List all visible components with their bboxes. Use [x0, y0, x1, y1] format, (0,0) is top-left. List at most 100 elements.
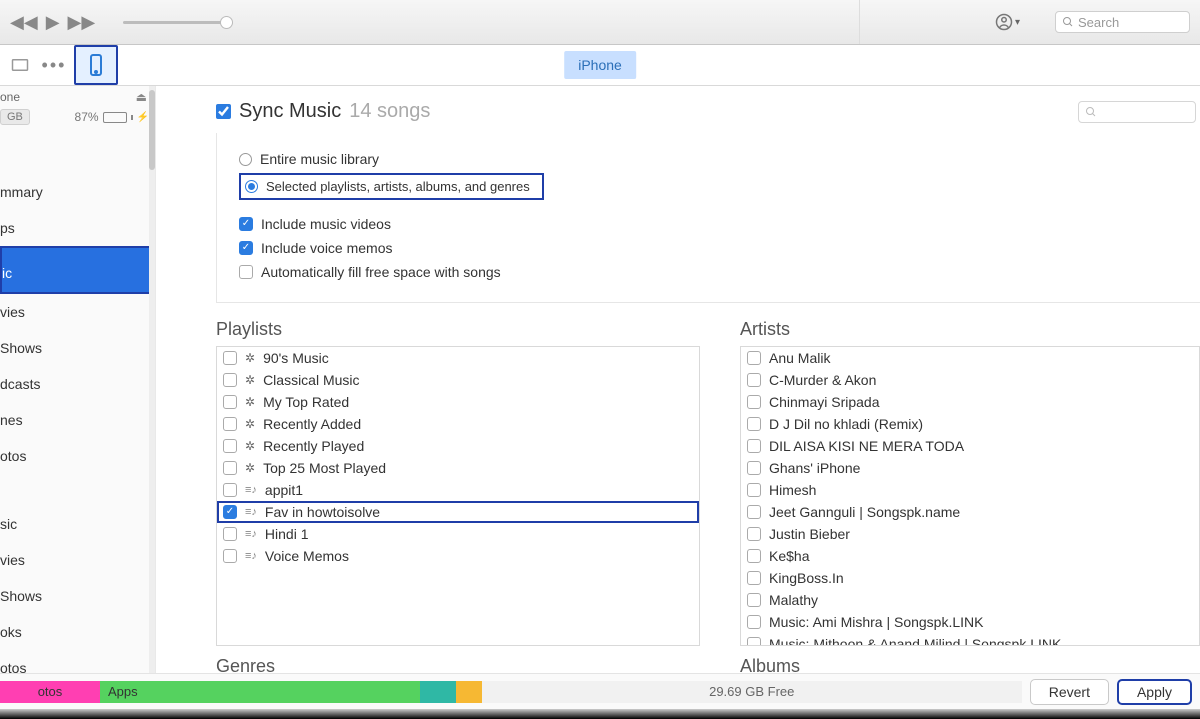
- checkbox[interactable]: [747, 351, 761, 365]
- checkbox[interactable]: [223, 461, 237, 475]
- sidebar-item[interactable]: sic: [0, 506, 155, 542]
- sidebar-item[interactable]: nes: [0, 402, 155, 438]
- playlist-row[interactable]: ≡♪appit1: [217, 479, 699, 501]
- playlist-row[interactable]: ✲Recently Added: [217, 413, 699, 435]
- eject-icon[interactable]: ⏏: [136, 90, 147, 104]
- playlist-row[interactable]: ≡♪Hindi 1: [217, 523, 699, 545]
- checkbox[interactable]: [747, 417, 761, 431]
- playlist-row[interactable]: ✲90's Music: [217, 347, 699, 369]
- sidebar-item[interactable]: ic: [0, 246, 155, 294]
- checkbox[interactable]: [747, 593, 761, 607]
- sidebar-item[interactable]: Shows: [0, 330, 155, 366]
- checkbox[interactable]: [747, 549, 761, 563]
- checkbox[interactable]: [747, 461, 761, 475]
- radio-entire-library[interactable]: Entire music library: [239, 147, 1200, 171]
- account-menu[interactable]: ▾: [995, 13, 1020, 31]
- storage-seg-other1: [420, 681, 456, 703]
- artist-row[interactable]: C-Murder & Akon: [741, 369, 1199, 391]
- checkbox-auto-fill[interactable]: Automatically fill free space with songs: [239, 260, 1200, 284]
- artists-listbox[interactable]: Anu Malik C-Murder & AkonChinmayi Sripada…: [740, 346, 1200, 646]
- artist-label: Malathy: [769, 592, 818, 608]
- sidebar-item[interactable]: otos: [0, 438, 155, 474]
- sidebar-item[interactable]: mmary: [0, 174, 155, 210]
- user-circle-icon: [995, 13, 1013, 31]
- checkbox[interactable]: [747, 615, 761, 629]
- artist-row[interactable]: Music: Ami Mishra | Songspk.LINK: [741, 611, 1199, 633]
- revert-button[interactable]: Revert: [1030, 679, 1109, 705]
- playlists-title: Playlists: [216, 319, 700, 340]
- play-icon[interactable]: ▶: [46, 12, 60, 33]
- sidebar-scrollbar[interactable]: [149, 86, 155, 683]
- sidebar-item[interactable]: vies: [0, 542, 155, 578]
- playlist-row[interactable]: ✲Top 25 Most Played: [217, 457, 699, 479]
- checkbox[interactable]: [223, 505, 237, 519]
- artist-label: Jeet Gannguli | Songspk.name: [769, 504, 960, 520]
- rewind-icon[interactable]: ◀◀: [10, 12, 38, 33]
- artist-label: Anu Malik: [769, 350, 830, 366]
- sidebar-item[interactable]: ps: [0, 210, 155, 246]
- checkbox[interactable]: [223, 483, 237, 497]
- checkbox[interactable]: [747, 527, 761, 541]
- more-icon[interactable]: •••: [40, 51, 68, 79]
- forward-icon[interactable]: ▶▶: [68, 12, 96, 33]
- storage-usage-bar: otos Apps 29.69 GB Free: [0, 681, 1022, 703]
- device-tab-icon[interactable]: [74, 45, 118, 85]
- artist-row[interactable]: Ke$ha: [741, 545, 1199, 567]
- artist-row[interactable]: Himesh: [741, 479, 1199, 501]
- checkbox[interactable]: [747, 571, 761, 585]
- device-capacity-label: GB: [0, 109, 30, 125]
- playlist-row[interactable]: ✲Classical Music: [217, 369, 699, 391]
- playlist-row[interactable]: ✲My Top Rated: [217, 391, 699, 413]
- checkbox[interactable]: [223, 549, 237, 563]
- library-icon[interactable]: [6, 51, 34, 79]
- sync-search-input[interactable]: [1078, 101, 1196, 123]
- artist-row[interactable]: Jeet Gannguli | Songspk.name: [741, 501, 1199, 523]
- checkbox[interactable]: [223, 439, 237, 453]
- artist-label: D J Dil no khladi (Remix): [769, 416, 923, 432]
- sync-music-checkbox[interactable]: [216, 104, 231, 119]
- checkbox[interactable]: [223, 373, 237, 387]
- checkbox[interactable]: [747, 637, 761, 646]
- artist-row[interactable]: KingBoss.In: [741, 567, 1199, 589]
- checkbox[interactable]: [747, 373, 761, 387]
- apply-button[interactable]: Apply: [1117, 679, 1192, 705]
- checkbox-include-memos[interactable]: Include voice memos: [239, 236, 1200, 260]
- artist-row[interactable]: Justin Bieber: [741, 523, 1199, 545]
- checkbox[interactable]: [223, 395, 237, 409]
- checkbox[interactable]: [223, 351, 237, 365]
- playlist-label: Hindi 1: [265, 526, 309, 542]
- playlists-listbox[interactable]: ✲90's Music✲Classical Music✲My Top Rated…: [216, 346, 700, 646]
- sidebar-item[interactable]: Shows: [0, 578, 155, 614]
- sidebar-item[interactable]: dcasts: [0, 366, 155, 402]
- artist-row[interactable]: Malathy: [741, 589, 1199, 611]
- playlist-row[interactable]: ≡♪Fav in howtoisolve: [217, 501, 699, 523]
- checkbox[interactable]: [747, 505, 761, 519]
- artist-row[interactable]: D J Dil no khladi (Remix): [741, 413, 1199, 435]
- artist-row[interactable]: Anu Malik: [741, 347, 1199, 369]
- device-name-pill[interactable]: iPhone: [564, 51, 636, 79]
- artist-row[interactable]: Chinmayi Sripada: [741, 391, 1199, 413]
- checkbox[interactable]: [747, 439, 761, 453]
- checkbox[interactable]: [223, 527, 237, 541]
- playlist-row[interactable]: ≡♪Voice Memos: [217, 545, 699, 567]
- content-panel: Sync Music 14 songs Entire music library…: [156, 86, 1200, 683]
- global-search-input[interactable]: Search: [1055, 11, 1190, 33]
- artist-row[interactable]: Music: Mithoon & Anand Milind | Songspk.…: [741, 633, 1199, 646]
- artist-row[interactable]: Ghans' iPhone: [741, 457, 1199, 479]
- playlist-label: My Top Rated: [263, 394, 349, 410]
- checkbox[interactable]: [747, 483, 761, 497]
- sidebar-item[interactable]: vies: [0, 294, 155, 330]
- device-name-label: one: [0, 90, 20, 104]
- checkbox-include-videos[interactable]: Include music videos: [239, 212, 1200, 236]
- volume-slider[interactable]: [123, 21, 233, 24]
- storage-seg-photos: otos: [0, 681, 100, 703]
- artist-label: Ke$ha: [769, 548, 809, 564]
- checkbox[interactable]: [747, 395, 761, 409]
- artist-row[interactable]: DIL AISA KISI NE MERA TODA: [741, 435, 1199, 457]
- storage-seg-apps: Apps: [100, 681, 420, 703]
- checkbox[interactable]: [223, 417, 237, 431]
- radio-selected-playlists[interactable]: Selected playlists, artists, albums, and…: [239, 173, 544, 200]
- sidebar-item[interactable]: oks: [0, 614, 155, 650]
- storage-free-label: 29.69 GB Free: [482, 681, 1022, 703]
- playlist-row[interactable]: ✲Recently Played: [217, 435, 699, 457]
